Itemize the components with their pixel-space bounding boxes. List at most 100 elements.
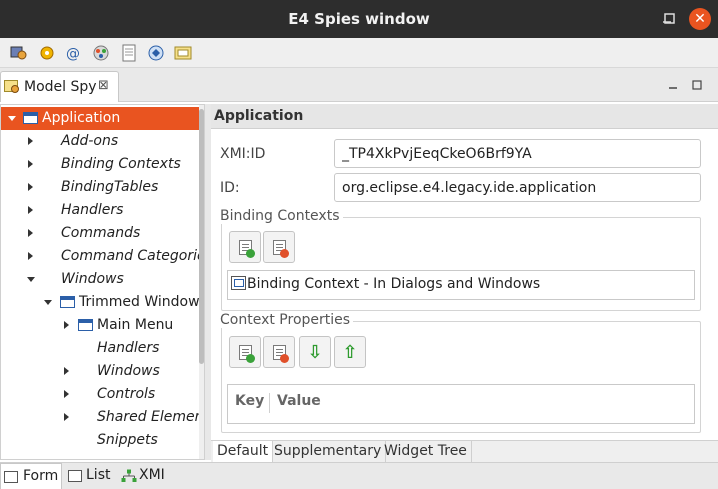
tree-item-window-windows[interactable]: Windows	[1, 360, 199, 383]
expand-arrow-icon[interactable]	[28, 160, 33, 168]
add-binding-context-button[interactable]	[229, 231, 261, 263]
collapse-arrow-icon[interactable]	[27, 277, 35, 282]
expand-arrow-icon[interactable]	[28, 137, 33, 145]
expand-arrow-icon[interactable]	[28, 252, 33, 260]
css-spy-icon[interactable]	[92, 44, 110, 62]
collapse-arrow-icon[interactable]	[44, 300, 52, 305]
tree-item-binding-contexts[interactable]: Binding Contexts	[1, 153, 199, 176]
application-icon	[23, 112, 38, 124]
detail-header: Application	[211, 104, 718, 129]
tree-item-commands[interactable]: Commands	[1, 222, 199, 245]
model-spy-tab-icon	[4, 80, 19, 93]
column-key[interactable]: Key	[235, 393, 264, 409]
list-item-label: Binding Context - In Dialogs and Windows	[247, 276, 541, 292]
column-divider	[269, 393, 270, 413]
maximize-icon	[664, 13, 675, 24]
context-properties-table[interactable]: Key Value	[227, 384, 695, 424]
expand-arrow-icon[interactable]	[8, 116, 16, 121]
add-property-button[interactable]	[229, 336, 261, 368]
tree-item-controls[interactable]: Controls	[1, 383, 199, 406]
arrow-up-icon: ⇧	[342, 342, 358, 363]
tree-item-label: Application	[42, 110, 121, 126]
tree-item-label: Snippets	[97, 432, 158, 448]
expand-arrow-icon[interactable]	[64, 390, 69, 398]
detail-subtabs: Default Supplementary Widget Tree	[211, 440, 718, 463]
tab-list[interactable]: List	[66, 463, 116, 489]
move-down-button[interactable]: ⇩	[299, 336, 331, 368]
tab-xmi[interactable]: XMI	[119, 463, 169, 489]
tree-item-application[interactable]: Application	[1, 107, 199, 130]
tree-item-trimmed-window[interactable]: Trimmed Window -	[1, 291, 204, 314]
xmi-id-field[interactable]	[334, 139, 701, 168]
binding-contexts-title: Binding Contexts	[220, 208, 343, 224]
arrow-down-icon: ⇩	[307, 342, 323, 363]
binding-context-icon	[231, 276, 246, 290]
move-up-button[interactable]: ⇧	[334, 336, 366, 368]
context-properties-title: Context Properties	[220, 312, 354, 328]
context-spy-icon[interactable]: @	[64, 44, 82, 62]
bundle-spy-icon[interactable]	[174, 44, 192, 62]
tab-form[interactable]: Form	[0, 463, 62, 489]
tree-item-label: Main Menu	[97, 317, 174, 333]
tab-default[interactable]: Default	[213, 441, 274, 463]
remove-property-button[interactable]	[263, 336, 295, 368]
event-spy-icon[interactable]	[38, 44, 56, 62]
window-title: E4 Spies window	[288, 10, 430, 28]
form-icon	[4, 471, 18, 483]
tab-close-icon[interactable]: ⊠	[98, 78, 109, 93]
close-button[interactable]: ✕	[689, 8, 711, 30]
tree-item-label: Trimmed Window -	[79, 294, 205, 310]
window-icon	[60, 296, 75, 308]
tree-item-snippets[interactable]: Snippets	[1, 429, 199, 452]
tab-widget-tree[interactable]: Widget Tree	[380, 441, 472, 463]
remove-binding-context-button[interactable]	[263, 231, 295, 263]
window-titlebar: E4 Spies window ✕	[0, 0, 718, 38]
column-value[interactable]: Value	[277, 393, 321, 409]
spies-toolbar: @	[0, 38, 718, 68]
svg-text:@: @	[66, 46, 80, 62]
tree-item-main-menu[interactable]: Main Menu	[1, 314, 199, 337]
list-icon	[68, 470, 82, 482]
expand-arrow-icon[interactable]	[64, 321, 69, 329]
tab-list-label: List	[86, 467, 111, 483]
tree-item-command-categories[interactable]: Command Categories	[1, 245, 204, 268]
extension-spy-icon[interactable]	[147, 44, 165, 62]
model-spy-icon[interactable]	[10, 44, 28, 62]
tab-model-spy-label: Model Spy	[24, 79, 97, 95]
model-tree[interactable]: Application Add-ons Binding Contexts Bin…	[0, 104, 205, 460]
expand-arrow-icon[interactable]	[64, 413, 69, 421]
tree-item-label: Handlers	[97, 340, 160, 356]
tree-item-binding-tables[interactable]: BindingTables	[1, 176, 199, 199]
tree-item-label: Commands	[61, 225, 141, 241]
tree-item-label: Windows	[97, 363, 160, 379]
tab-model-spy[interactable]: Model Spy ⊠	[0, 71, 119, 102]
tree-item-shared-elements[interactable]: Shared Elements	[1, 406, 204, 429]
tree-item-windows[interactable]: Windows	[1, 268, 199, 291]
editor-tabbar: Form List XMI	[0, 462, 718, 489]
tree-scrollbar[interactable]	[199, 105, 204, 459]
preference-spy-icon[interactable]	[120, 44, 138, 62]
tree-scrollbar-thumb[interactable]	[199, 109, 204, 364]
tree-item-add-ons[interactable]: Add-ons	[1, 130, 199, 153]
id-label: ID:	[220, 180, 240, 196]
tree-item-label: Add-ons	[61, 133, 119, 149]
expand-arrow-icon[interactable]	[28, 229, 33, 237]
expand-arrow-icon[interactable]	[28, 183, 33, 191]
expand-arrow-icon[interactable]	[28, 206, 33, 214]
id-field[interactable]	[334, 173, 701, 202]
tab-supplementary[interactable]: Supplementary	[270, 441, 387, 463]
detail-pane: Application XMI:ID ID: Binding Contexts …	[211, 104, 718, 460]
tree-item-label: BindingTables	[61, 179, 159, 195]
tree-item-label: Binding Contexts	[61, 156, 181, 172]
view-minimize-icon[interactable]	[668, 80, 678, 90]
xmi-tree-icon	[121, 469, 137, 482]
view-maximize-icon[interactable]	[692, 80, 702, 90]
detail-title: Application	[214, 108, 304, 124]
expand-arrow-icon[interactable]	[64, 367, 69, 375]
view-tabbar: Model Spy ⊠	[0, 68, 718, 102]
binding-contexts-list[interactable]: Binding Context - In Dialogs and Windows	[227, 270, 695, 300]
xmi-id-label: XMI:ID	[220, 146, 266, 162]
tree-item-window-handlers[interactable]: Handlers	[1, 337, 199, 360]
maximize-button[interactable]	[660, 9, 680, 29]
tree-item-handlers[interactable]: Handlers	[1, 199, 199, 222]
